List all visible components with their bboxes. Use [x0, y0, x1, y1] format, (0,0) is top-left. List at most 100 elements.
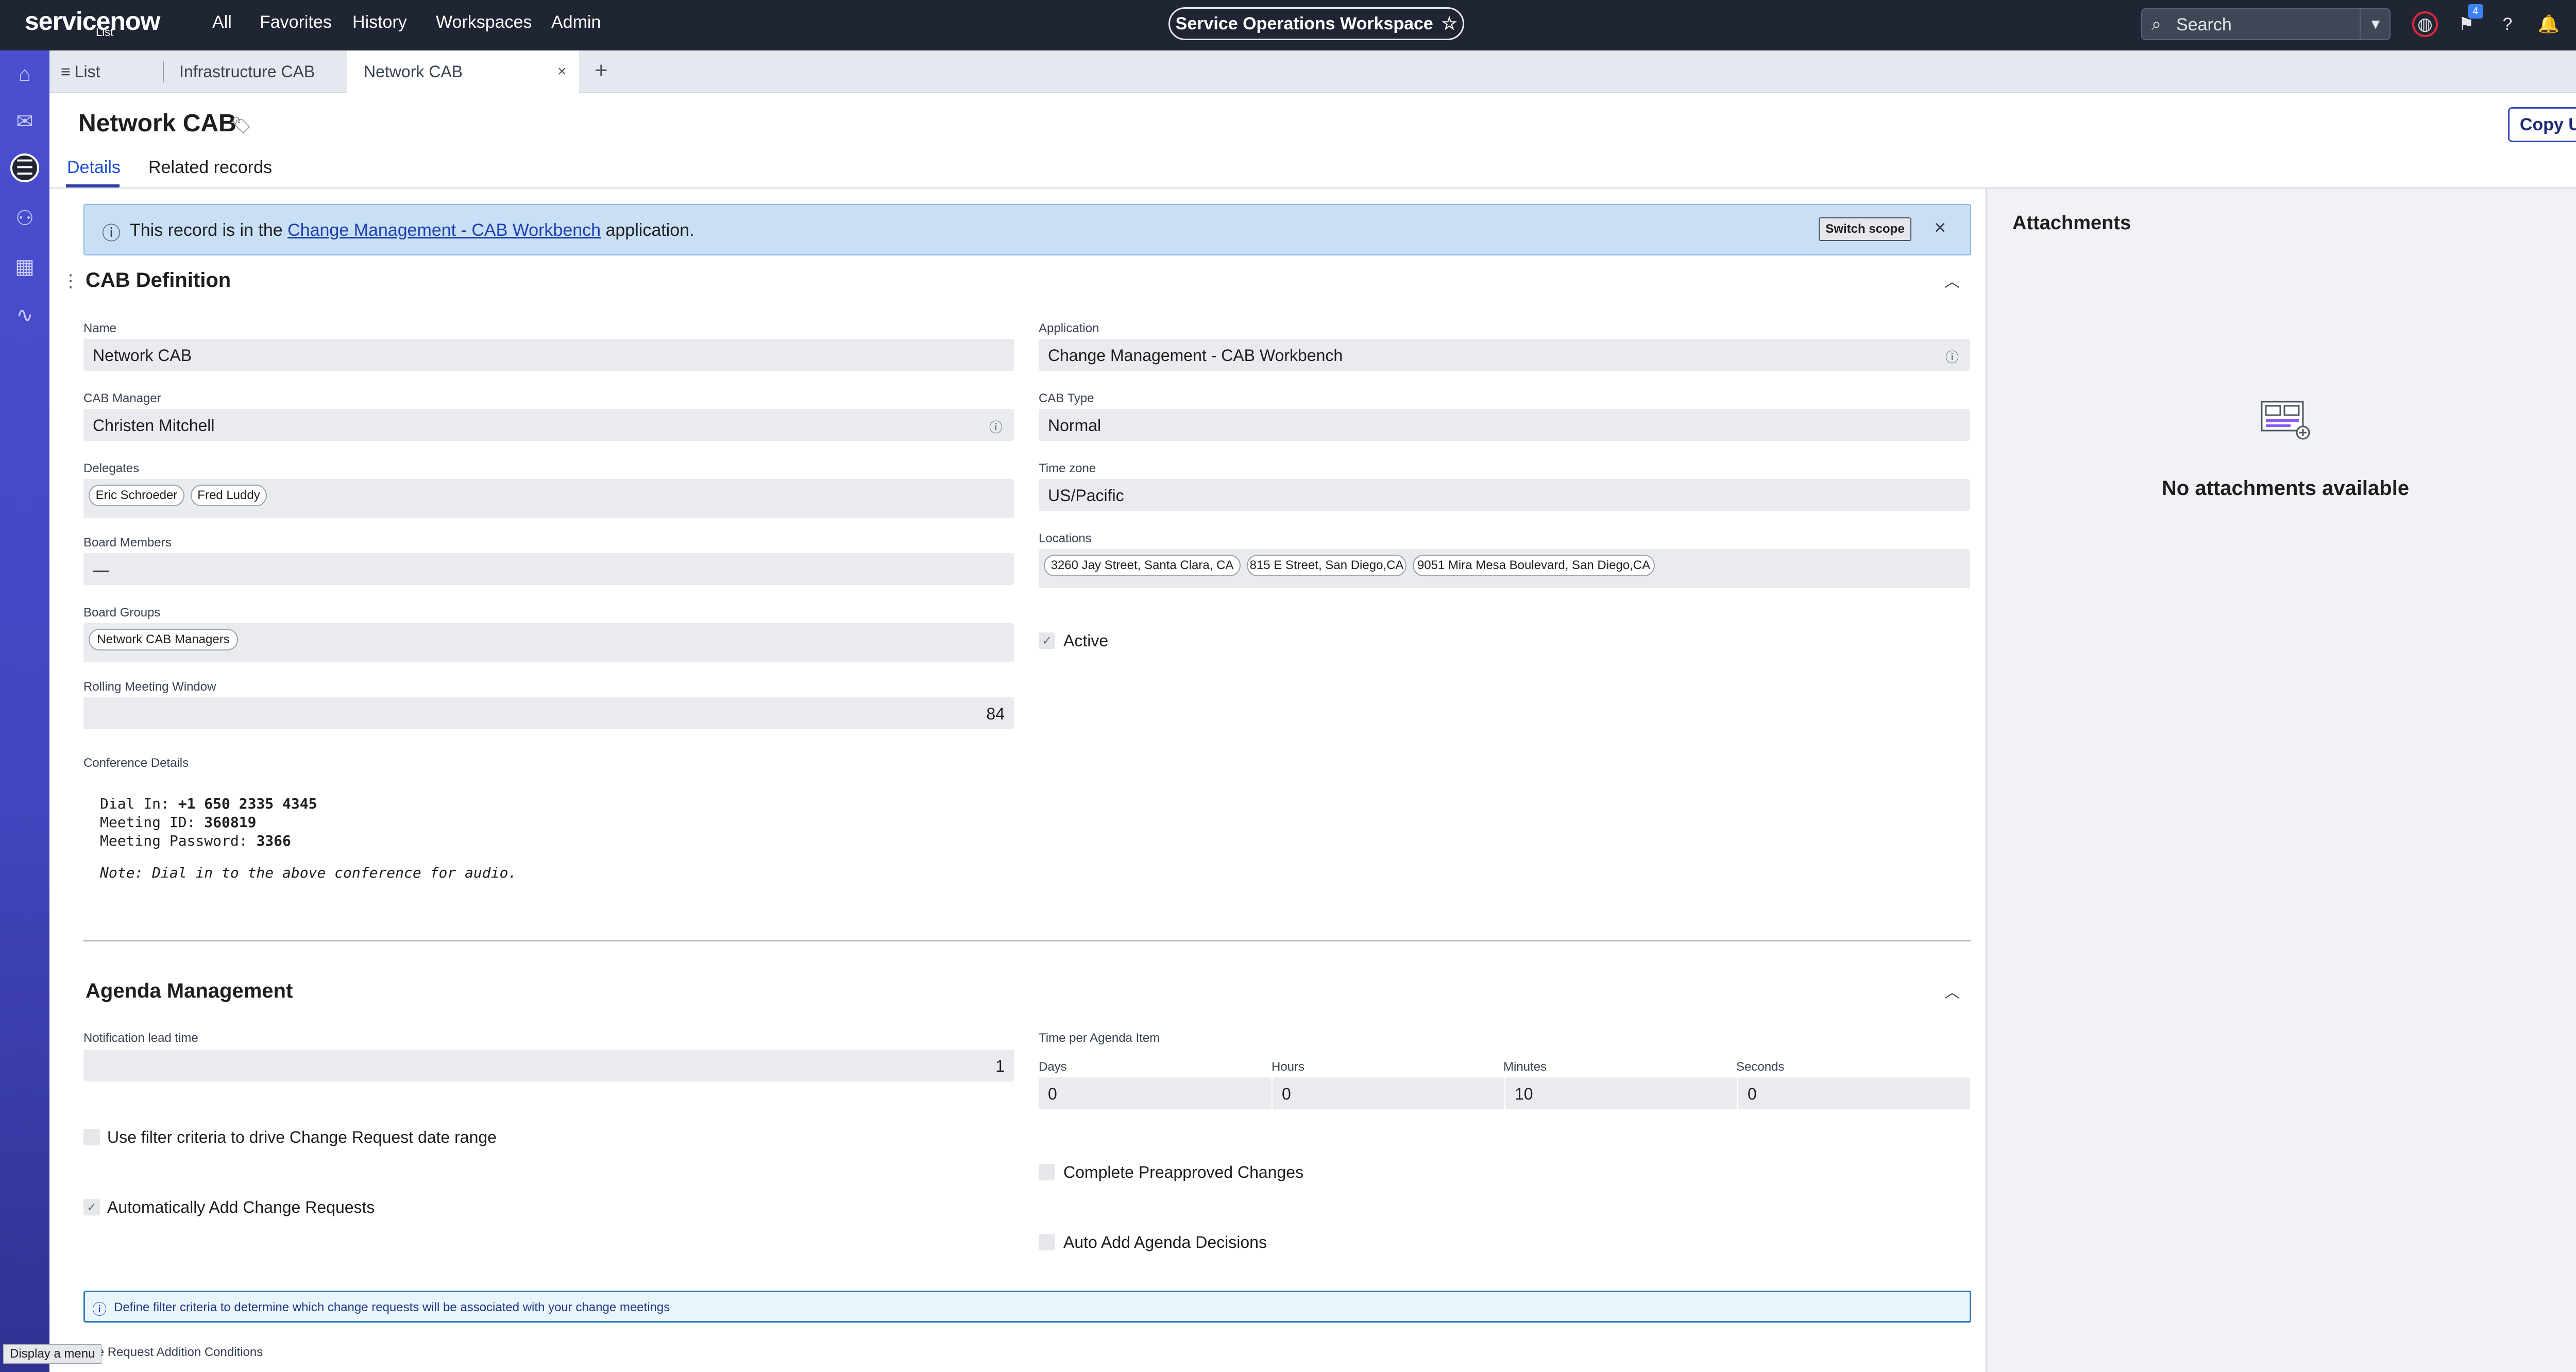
tag-icon[interactable]: 🏷: [231, 115, 252, 135]
cab-manager-field[interactable]: Christen Mitchell ⓘ: [83, 409, 1014, 441]
lead-time-value: 1: [995, 1057, 1005, 1075]
hours-label: Hours: [1272, 1060, 1305, 1074]
name-field[interactable]: Network CAB: [83, 339, 1014, 371]
timezone-value: US/Pacific: [1048, 486, 1124, 505]
days-input[interactable]: 0: [1039, 1077, 1272, 1109]
close-icon[interactable]: ×: [1934, 216, 1946, 239]
rolling-window-field[interactable]: 84: [83, 697, 1014, 729]
attachments-title: Attachments: [2012, 212, 2131, 234]
tab-label: Infrastructure CAB: [179, 62, 315, 81]
scope-info-banner: ⓘ This record is in the Change Managemen…: [83, 204, 1971, 255]
board-members-label: Board Members: [83, 536, 172, 550]
tab-list[interactable]: ≡ List: [61, 50, 100, 93]
inbox-icon[interactable]: ✉: [10, 107, 39, 136]
notification-badge: 4: [2468, 4, 2483, 19]
minutes-label: Minutes: [1503, 1060, 1547, 1074]
star-icon[interactable]: ☆: [1442, 13, 1457, 34]
tab-label: Network CAB: [364, 62, 463, 81]
empty-attachments-illustration-icon: [2261, 401, 2310, 440]
tab-separator: [163, 61, 164, 82]
workspace-tab-strip: ≡ List Infrastructure CAB × Network CAB …: [49, 50, 2576, 93]
pulse-icon[interactable]: ∿: [10, 301, 39, 330]
board-groups-label: Board Groups: [83, 606, 161, 620]
workspace-name: Service Operations Workspace: [1175, 13, 1433, 33]
active-label: Active: [1063, 631, 1109, 650]
hours-value: 0: [1282, 1085, 1291, 1103]
location-chip[interactable]: 9051 Mira Mesa Boulevard, San Diego,CA: [1413, 555, 1655, 576]
location-chip[interactable]: 3260 Jay Street, Santa Clara, CA: [1044, 555, 1241, 576]
bell-icon[interactable]: 🔔: [2536, 11, 2562, 37]
globe-icon[interactable]: ◍: [2412, 11, 2438, 37]
tab-details[interactable]: Details: [67, 158, 121, 178]
nav-all[interactable]: All: [212, 12, 232, 32]
minutes-value: 10: [1515, 1085, 1533, 1103]
nav-admin[interactable]: Admin: [551, 12, 601, 32]
new-tab-plus-icon[interactable]: +: [595, 58, 608, 83]
nav-history[interactable]: History: [352, 12, 407, 32]
section-title-cab-definition: CAB Definition: [86, 269, 231, 291]
cab-type-select[interactable]: Normal: [1039, 409, 1970, 441]
preapproved-label: Complete Preapproved Changes: [1063, 1163, 1304, 1181]
tab-related-records[interactable]: Related records: [148, 158, 272, 178]
seconds-input[interactable]: 0: [1738, 1077, 1970, 1109]
attachments-panel: Attachments No attachments available: [1986, 188, 2576, 1372]
lead-time-field[interactable]: 1: [83, 1050, 1014, 1082]
conference-details-label: Conference Details: [83, 756, 189, 770]
section-title-agenda-management: Agenda Management: [86, 980, 293, 1002]
preapproved-checkbox[interactable]: [1039, 1164, 1055, 1180]
global-search[interactable]: ⌕: [2141, 8, 2391, 40]
timezone-label: Time zone: [1039, 461, 1096, 475]
search-scope-dropdown[interactable]: ▼: [2360, 8, 2391, 40]
active-checkbox[interactable]: ✓: [1039, 632, 1055, 649]
board-group-chip[interactable]: Network CAB Managers: [89, 629, 238, 650]
locations-label: Locations: [1039, 531, 1092, 545]
auto-add-label: Automatically Add Change Requests: [107, 1198, 375, 1216]
application-value: Change Management - CAB Workbench: [1048, 346, 1343, 365]
locations-field[interactable]: 3260 Jay Street, Santa Clara, CA 815 E S…: [1039, 549, 1970, 588]
delegate-chip[interactable]: Fred Luddy: [191, 485, 267, 506]
chevron-down-icon: ▼: [2368, 16, 2383, 32]
filter-criteria-checkbox[interactable]: [83, 1129, 100, 1145]
board-members-field[interactable]: —: [83, 553, 1014, 585]
no-attachments-message: No attachments available: [2161, 477, 2410, 500]
nav-workspaces[interactable]: Workspaces: [436, 12, 532, 32]
minutes-input[interactable]: 10: [1505, 1077, 1737, 1109]
calendar-clock-icon[interactable]: ▦: [10, 252, 39, 281]
tab-network-cab[interactable]: Network CAB ×: [347, 50, 579, 93]
auto-decisions-checkbox[interactable]: [1039, 1234, 1055, 1250]
list-icon[interactable]: ☰: [10, 153, 39, 182]
info-icon[interactable]: ⓘ: [989, 417, 1003, 436]
dial-in-line: Dial In: +1 650 2335 4345: [100, 795, 317, 812]
list-menu-icon: ≡: [61, 62, 71, 81]
auto-add-checkbox[interactable]: ✓: [83, 1199, 100, 1215]
cab-type-label: CAB Type: [1039, 391, 1094, 405]
seconds-value: 0: [1748, 1085, 1757, 1103]
copy-url-button[interactable]: Copy URL: [2508, 107, 2576, 142]
servicenow-logo[interactable]: servicenow: [25, 6, 160, 36]
location-chip[interactable]: 815 E Street, San Diego,CA: [1247, 555, 1406, 576]
people-icon[interactable]: ⚇: [10, 204, 39, 233]
hours-input[interactable]: 0: [1273, 1077, 1504, 1109]
cab-manager-label: CAB Manager: [83, 391, 161, 405]
help-icon[interactable]: ?: [2495, 11, 2520, 37]
chevron-up-icon[interactable]: ︿: [1944, 269, 1960, 291]
drag-handle-icon[interactable]: ⋮: [62, 271, 79, 291]
nav-favorites[interactable]: Favorites: [260, 12, 332, 32]
switch-scope-button[interactable]: Switch scope: [1819, 217, 1911, 241]
delegate-chip[interactable]: Eric Schroeder: [89, 485, 184, 506]
workspace-switcher[interactable]: Service Operations Workspace ☆: [1168, 7, 1464, 40]
addition-conditions-label: nge Request Addition Conditions: [83, 1345, 263, 1359]
search-input[interactable]: [2176, 14, 2346, 35]
close-icon[interactable]: ×: [557, 63, 567, 80]
rolling-window-value: 84: [986, 705, 1005, 723]
board-groups-field[interactable]: Network CAB Managers: [83, 623, 1014, 662]
home-icon[interactable]: ⌂: [10, 60, 39, 89]
menu-tooltip: Display a menu: [3, 1344, 102, 1364]
application-link[interactable]: Change Management - CAB Workbench: [287, 220, 601, 240]
timezone-select[interactable]: US/Pacific: [1039, 479, 1970, 511]
delegates-field[interactable]: Eric Schroeder Fred Luddy: [83, 479, 1014, 518]
delegates-label: Delegates: [83, 461, 140, 475]
cab-type-value: Normal: [1048, 416, 1101, 435]
info-icon[interactable]: ⓘ: [1945, 347, 1959, 366]
chevron-up-icon[interactable]: ︿: [1944, 980, 1960, 1002]
